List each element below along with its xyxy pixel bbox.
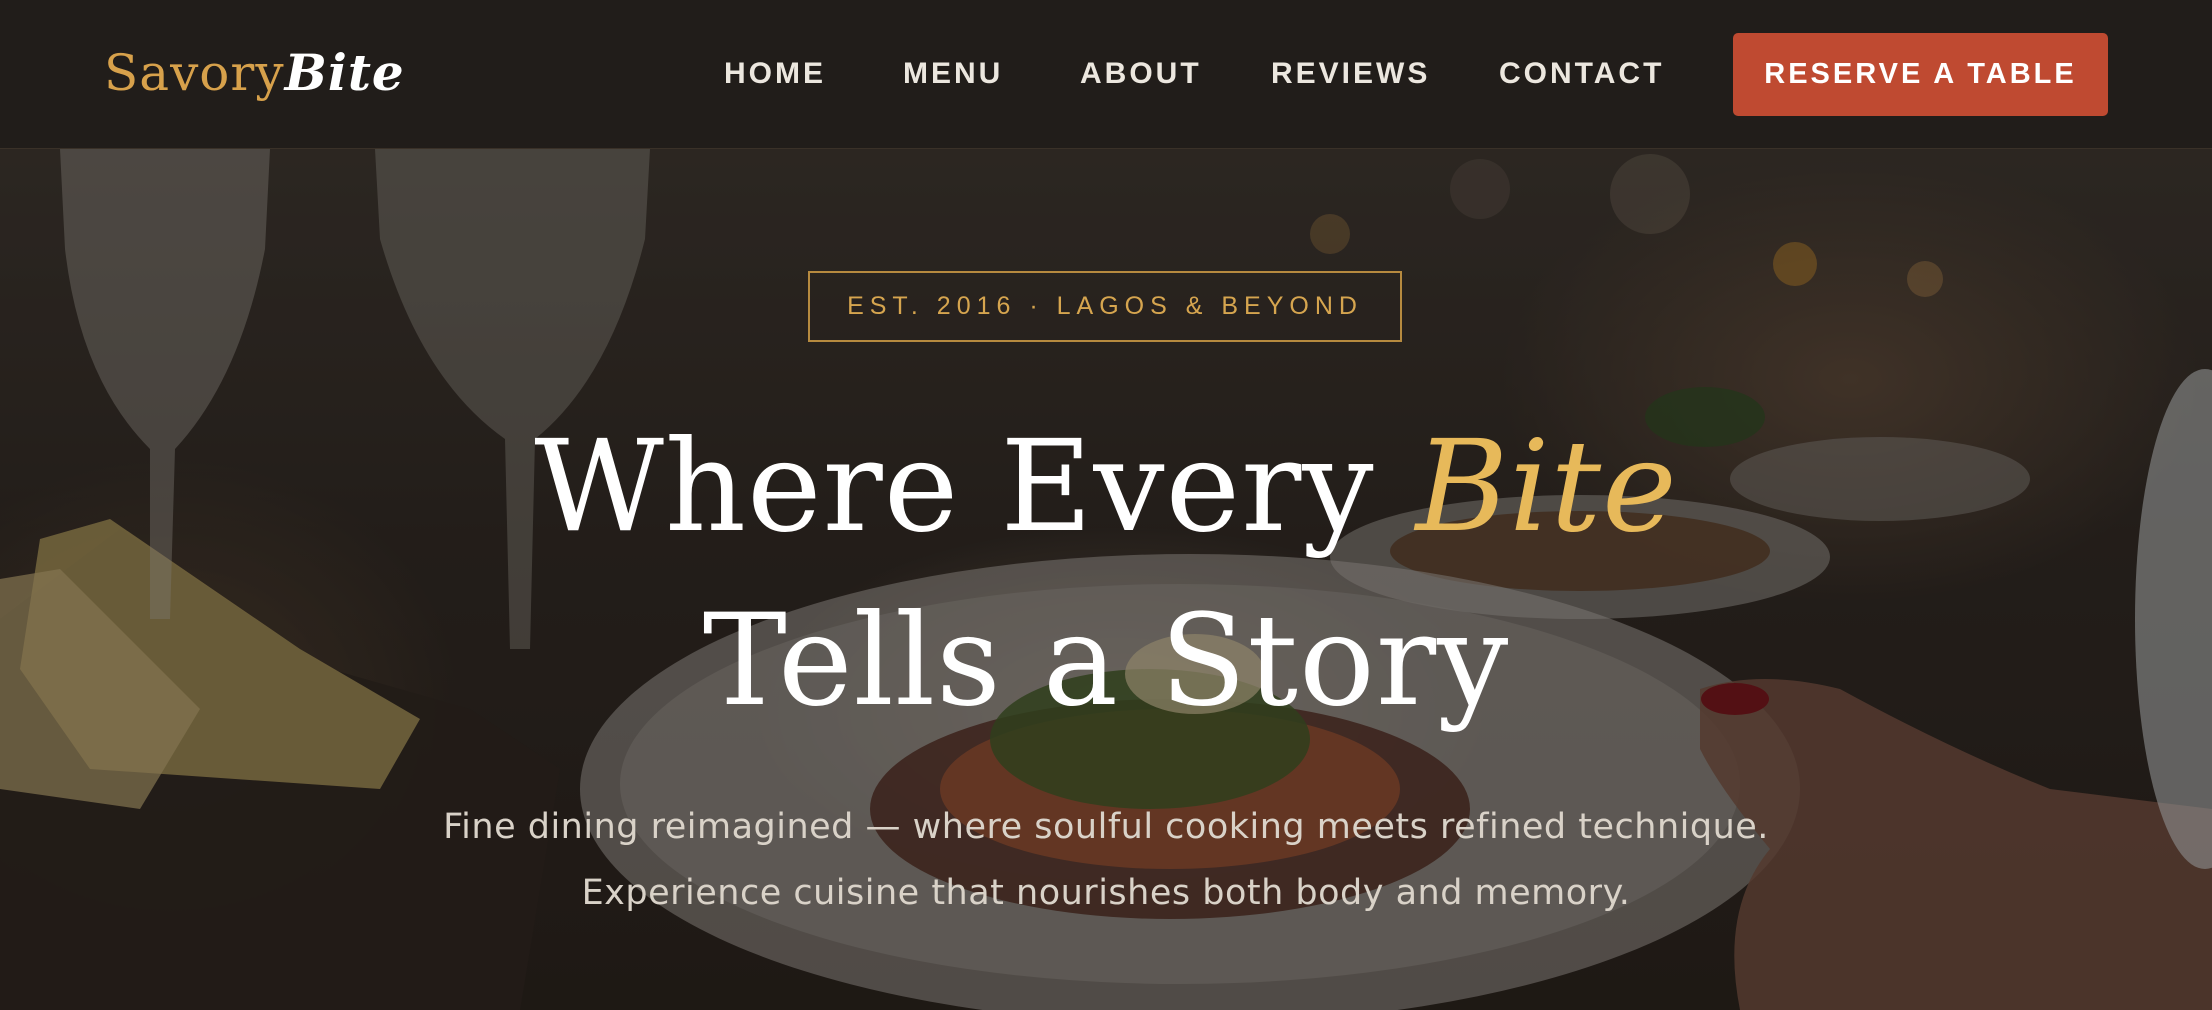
hero-headline: Where Every Bite Tells a Story [0, 400, 2212, 748]
nav-reviews[interactable]: REVIEWS [1271, 56, 1430, 92]
headline-accent-word: Bite [1415, 413, 1678, 560]
top-navbar: SavoryBite HOME MENU ABOUT REVIEWS CONTA… [0, 0, 2212, 149]
headline-line-2: Tells a Story [702, 587, 1510, 734]
established-badge: EST. 2016 · LAGOS & BEYOND [808, 271, 1402, 342]
headline-part1: Where Every [534, 413, 1375, 560]
hero-subtext: Fine dining reimagined — where soulful c… [0, 794, 2212, 926]
nav-about[interactable]: ABOUT [1080, 56, 1202, 92]
headline-line-1: Where Every Bite [0, 400, 2212, 574]
nav-home[interactable]: HOME [724, 56, 826, 92]
nav-menu[interactable]: MENU [903, 56, 1003, 92]
nav-contact[interactable]: CONTACT [1499, 56, 1664, 92]
hero-section: EST. 2016 · LAGOS & BEYOND Where Every B… [0, 149, 2212, 1010]
hero-subtext-line-1: Fine dining reimagined — where soulful c… [443, 807, 1769, 847]
reserve-table-button[interactable]: RESERVE A TABLE [1733, 33, 2108, 116]
hero-subtext-line-2: Experience cuisine that nourishes both b… [581, 873, 1631, 913]
